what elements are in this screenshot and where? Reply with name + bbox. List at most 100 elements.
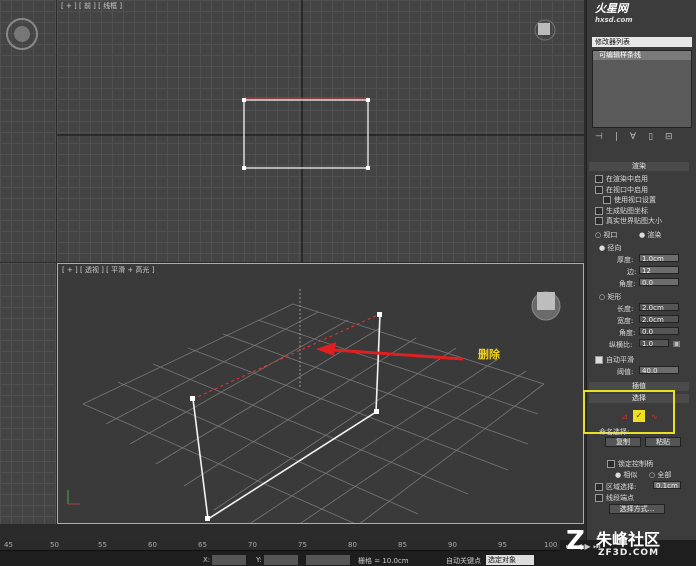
- perspective-scene: [67, 289, 561, 523]
- aspect-spinner[interactable]: 1.0: [639, 339, 669, 348]
- annotation-label: 删除: [478, 348, 500, 361]
- angle-spinner[interactable]: 0.0: [639, 278, 679, 287]
- checkbox[interactable]: [595, 356, 603, 364]
- modifier-stack[interactable]: 可编辑样条线: [592, 50, 692, 128]
- area-spinner[interactable]: 0.1cm: [653, 481, 681, 490]
- use-viewport-settings[interactable]: 使用视口设置: [603, 195, 656, 205]
- tick: 100: [544, 541, 558, 549]
- select-by-button[interactable]: 选择方式...: [609, 504, 665, 514]
- segment-end[interactable]: 线段端点: [595, 493, 634, 503]
- configure-icon[interactable]: ⊟: [665, 132, 685, 142]
- selection-set-dropdown[interactable]: 选定对象: [486, 555, 534, 565]
- viewport-front[interactable]: [ + ] [ 前 ] [ 线框 ]: [57, 0, 584, 262]
- site-logo: 火星网 hxsd.com: [595, 0, 687, 28]
- modifier-list-label: 修改器列表: [595, 38, 630, 46]
- label: 使用视口设置: [614, 196, 656, 204]
- front-shape: [57, 0, 584, 262]
- copy-button[interactable]: 复制: [605, 437, 641, 447]
- width-spinner[interactable]: 2.0cm: [639, 315, 679, 324]
- auto-smooth[interactable]: 自动平滑: [595, 355, 634, 365]
- stack-item[interactable]: 可编辑样条线: [593, 51, 691, 60]
- modifier-list-dropdown[interactable]: 修改器列表: [592, 37, 692, 47]
- label: 在视口中启用: [606, 186, 648, 194]
- paste-button[interactable]: 粘贴: [645, 437, 681, 447]
- render-radio[interactable]: ● 渲染: [639, 230, 661, 240]
- tick: 75: [298, 541, 307, 549]
- checkbox[interactable]: [595, 483, 603, 491]
- lock-icon[interactable]: ▣: [673, 339, 681, 348]
- checkbox[interactable]: [595, 207, 603, 215]
- checkbox[interactable]: [607, 460, 615, 468]
- enable-in-renderer[interactable]: 在渲染中启用: [595, 174, 648, 184]
- thickness-spinner[interactable]: 1.0cm: [639, 254, 679, 263]
- stack-item-label: 可编辑样条线: [599, 51, 641, 59]
- tick: 45: [4, 541, 13, 549]
- enable-in-viewport[interactable]: 在视口中启用: [595, 185, 648, 195]
- x-field[interactable]: [212, 555, 246, 565]
- label: 渲染: [647, 231, 662, 239]
- auto-key-label[interactable]: 自动关键点: [446, 556, 481, 566]
- label: 区域选择:: [606, 483, 637, 491]
- similar-radio[interactable]: ● 相似: [615, 470, 637, 480]
- radial-radio[interactable]: ● 径向: [599, 243, 621, 253]
- rollout-rendering[interactable]: 渲染: [589, 162, 689, 171]
- checkbox[interactable]: [603, 196, 611, 204]
- tick: 90: [448, 541, 457, 549]
- tick: 85: [398, 541, 407, 549]
- angle2-label: 角度:: [619, 329, 636, 337]
- label: 在渲染中启用: [606, 175, 648, 183]
- rollout-title: 插值: [632, 382, 646, 390]
- width-label: 宽度:: [617, 317, 634, 325]
- vertex-mode-icon[interactable]: ✓: [633, 410, 645, 422]
- threshold-label: 阈值:: [617, 368, 634, 376]
- logo-subtext: hxsd.com: [595, 16, 633, 24]
- named-selection-label: 命名选择:: [599, 428, 630, 436]
- z-field[interactable]: [306, 555, 350, 565]
- all-radio[interactable]: ○ 全部: [649, 470, 671, 480]
- sides-spinner[interactable]: 12: [639, 266, 679, 275]
- angle-label: 角度:: [619, 280, 636, 288]
- remove-modifier-icon[interactable]: ▯: [648, 132, 665, 142]
- label: 锁定控制柄: [618, 460, 653, 468]
- checkbox[interactable]: [595, 186, 603, 194]
- spline-mode-icon[interactable]: ∿: [651, 412, 658, 421]
- length-spinner[interactable]: 2.0cm: [639, 303, 679, 312]
- y-label: Y:: [256, 556, 262, 564]
- pin-stack-icon[interactable]: ⊣: [595, 132, 615, 142]
- unique-icon[interactable]: ∀: [630, 132, 648, 142]
- watermark-subtext: ZF3D.COM: [598, 548, 660, 558]
- checkbox[interactable]: [595, 175, 603, 183]
- show-end-icon[interactable]: |: [615, 132, 630, 142]
- sides-label: 边:: [627, 268, 637, 276]
- viewport-left[interactable]: [0, 263, 56, 524]
- segment-mode-icon[interactable]: ⊿: [621, 412, 628, 421]
- viewport-perspective[interactable]: [ + ] [ 透视 ] [ 平滑 + 高光 ] 删除: [57, 263, 584, 524]
- rectangular-radio[interactable]: ○ 矩形: [599, 292, 621, 302]
- label: 视口: [603, 231, 618, 239]
- viewport-radio[interactable]: ○ 视口: [595, 230, 617, 240]
- aspect-label: 纵横比:: [609, 341, 633, 349]
- real-world-map[interactable]: 真实世界贴图大小: [595, 216, 662, 226]
- rollout-title: 渲染: [632, 162, 646, 170]
- timeline-ruler[interactable]: 45 50 55 60 65 70 75 80 85 90 95 100: [0, 540, 560, 551]
- label: 生成贴图坐标: [606, 207, 648, 215]
- label: 真实世界贴图大小: [606, 217, 662, 225]
- logo-text: 火星网: [595, 2, 628, 15]
- angle2-spinner[interactable]: 0.0: [639, 327, 679, 336]
- threshold-spinner[interactable]: 40.0: [639, 366, 679, 375]
- area-selection[interactable]: 区域选择:: [595, 482, 636, 492]
- y-field[interactable]: [264, 555, 298, 565]
- checkbox[interactable]: [595, 494, 603, 502]
- checkbox[interactable]: [595, 217, 603, 225]
- label: 线段端点: [606, 494, 634, 502]
- generate-mapping[interactable]: 生成贴图坐标: [595, 206, 648, 216]
- label: 全部: [657, 471, 672, 479]
- viewcube-icon[interactable]: [5, 17, 39, 51]
- lock-handles[interactable]: 锁定控制柄: [607, 459, 653, 469]
- tick: 65: [198, 541, 207, 549]
- tick: 95: [498, 541, 507, 549]
- length-label: 长度:: [617, 305, 634, 313]
- watermark: Z 朱峰社区 ZF3D.COM: [566, 526, 696, 566]
- tick: 60: [148, 541, 157, 549]
- tick: 55: [98, 541, 107, 549]
